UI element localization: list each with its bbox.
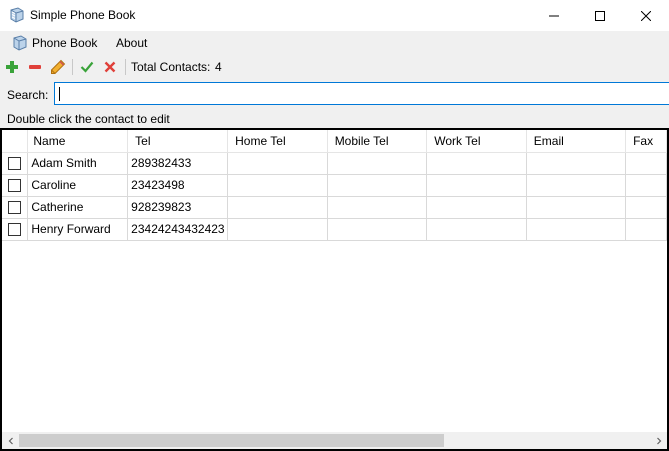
- edit-contact-button[interactable]: [49, 58, 67, 76]
- row-checkbox[interactable]: [8, 201, 22, 215]
- save-button[interactable]: [78, 58, 96, 76]
- cancel-button[interactable]: [101, 58, 119, 76]
- close-icon: [641, 10, 651, 21]
- phonebook-icon: [9, 7, 25, 23]
- cell-tel[interactable]: 23423498: [127, 174, 229, 197]
- cell-email[interactable]: [526, 152, 627, 175]
- column-header-email[interactable]: Email: [526, 130, 627, 153]
- remove-icon: [29, 65, 41, 69]
- cell-fax[interactable]: [625, 196, 667, 219]
- table-row[interactable]: Catherine 928239823: [2, 196, 667, 219]
- menu-phone-book-label: Phone Book: [32, 36, 98, 50]
- add-icon: [6, 61, 18, 73]
- row-checkbox[interactable]: [8, 179, 22, 193]
- cell-email[interactable]: [526, 218, 627, 241]
- menu-phone-book[interactable]: Phone Book: [8, 31, 97, 55]
- cell-work-tel[interactable]: [426, 196, 527, 219]
- cell-tel[interactable]: 289382433: [127, 152, 229, 175]
- cell-fax[interactable]: [625, 174, 667, 197]
- minimize-button[interactable]: [531, 0, 577, 31]
- row-checkbox[interactable]: [8, 223, 22, 237]
- cell-tel[interactable]: 23424243432423: [127, 218, 229, 241]
- cell-home-tel[interactable]: [227, 196, 328, 219]
- edit-hint-text: Double click the contact to edit: [7, 112, 170, 126]
- contacts-table: Name Tel Home Tel Mobile Tel Work Tel Em…: [2, 130, 667, 241]
- cell-home-tel[interactable]: [227, 152, 328, 175]
- cell-fax[interactable]: [625, 152, 667, 175]
- column-header-tel[interactable]: Tel: [127, 130, 229, 153]
- total-contacts-label: Total Contacts:: [131, 60, 211, 74]
- scrollbar-thumb[interactable]: [19, 434, 444, 447]
- header-row: Name Tel Home Tel Mobile Tel Work Tel Em…: [2, 130, 667, 153]
- cell-name[interactable]: Catherine: [27, 196, 129, 219]
- cell-tel[interactable]: 928239823: [127, 196, 229, 219]
- text-caret: [59, 87, 60, 101]
- cell-mobile-tel[interactable]: [327, 218, 428, 241]
- add-contact-button[interactable]: [3, 58, 21, 76]
- column-header-home-tel[interactable]: Home Tel: [227, 130, 328, 153]
- cell-work-tel[interactable]: [426, 174, 527, 197]
- title-bar: Simple Phone Book: [0, 0, 669, 31]
- total-contacts-count: 4: [215, 60, 222, 74]
- table-row[interactable]: Adam Smith 289382433: [2, 152, 667, 175]
- remove-contact-button[interactable]: [26, 58, 44, 76]
- cell-mobile-tel[interactable]: [327, 174, 428, 197]
- menu-about[interactable]: About: [116, 31, 147, 55]
- table-row[interactable]: Henry Forward 23424243432423: [2, 218, 667, 241]
- check-icon: [80, 61, 94, 73]
- cell-name[interactable]: Henry Forward: [27, 218, 129, 241]
- cell-mobile-tel[interactable]: [327, 152, 428, 175]
- cell-work-tel[interactable]: [426, 152, 527, 175]
- search-bar: Search:: [0, 79, 669, 110]
- menu-bar: Phone Book About: [0, 31, 669, 55]
- search-label: Search:: [7, 88, 49, 102]
- pencil-icon: [51, 59, 66, 74]
- cross-icon: [104, 61, 116, 73]
- toolbar-separator: [72, 59, 73, 75]
- search-input[interactable]: [54, 82, 669, 105]
- toolbar-separator: [125, 59, 126, 75]
- toolbar: Total Contacts: 4: [0, 55, 669, 79]
- column-header-select[interactable]: [2, 130, 29, 153]
- phonebook-icon: [12, 35, 28, 51]
- close-button[interactable]: [623, 0, 669, 31]
- column-header-mobile-tel[interactable]: Mobile Tel: [327, 130, 428, 153]
- menu-about-label: About: [116, 36, 148, 50]
- cell-name[interactable]: Caroline: [27, 174, 129, 197]
- chevron-left-icon: [8, 437, 13, 444]
- column-header-name[interactable]: Name: [27, 130, 129, 153]
- edit-hint: Double click the contact to edit: [0, 110, 669, 128]
- column-header-fax[interactable]: Fax: [625, 130, 667, 153]
- maximize-icon: [595, 10, 605, 21]
- cell-mobile-tel[interactable]: [327, 196, 428, 219]
- scroll-left-button[interactable]: [2, 432, 19, 449]
- column-header-work-tel[interactable]: Work Tel: [426, 130, 527, 153]
- table-row[interactable]: Caroline 23423498: [2, 174, 667, 197]
- row-checkbox[interactable]: [8, 157, 22, 171]
- cell-name[interactable]: Adam Smith: [27, 152, 129, 175]
- contacts-grid[interactable]: Name Tel Home Tel Mobile Tel Work Tel Em…: [0, 128, 669, 451]
- maximize-button[interactable]: [577, 0, 623, 31]
- cell-home-tel[interactable]: [227, 174, 328, 197]
- cell-email[interactable]: [526, 174, 627, 197]
- cell-work-tel[interactable]: [426, 218, 527, 241]
- cell-home-tel[interactable]: [227, 218, 328, 241]
- cell-email[interactable]: [526, 196, 627, 219]
- horizontal-scrollbar[interactable]: [2, 432, 667, 449]
- window-title: Simple Phone Book: [30, 8, 136, 22]
- chevron-right-icon: [656, 437, 661, 444]
- minimize-icon: [549, 15, 559, 16]
- scroll-right-button[interactable]: [650, 432, 667, 449]
- cell-fax[interactable]: [625, 218, 667, 241]
